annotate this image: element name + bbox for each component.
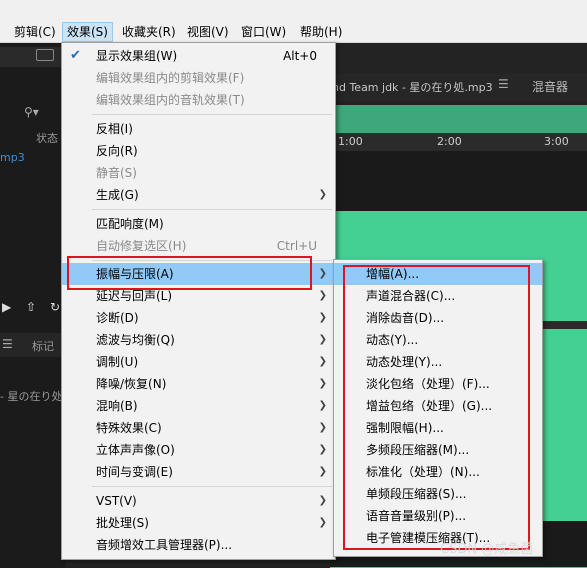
menu-item-edit-clip-effects: 编辑效果组内的剪辑效果(F)	[62, 67, 335, 89]
track-item[interactable]: - 星の在り处	[0, 388, 62, 404]
menu-item-label: 立体声声像(O)	[96, 443, 175, 457]
menu-item-label: 混响(B)	[96, 399, 138, 413]
tab-menu-icon[interactable]: ☰	[498, 77, 509, 91]
checkmark-icon: ✔	[70, 48, 81, 63]
menu-icon[interactable]: ☰	[2, 337, 13, 351]
menu-item-label: VST(V)	[96, 494, 137, 508]
chevron-right-icon: ❯	[318, 400, 327, 411]
menu-item-label: 自动修复选区(H)	[96, 239, 187, 253]
effects-dropdown: ✔ 显示效果组(W) Alt+0 编辑效果组内的剪辑效果(F) 编辑效果组内的音…	[61, 42, 336, 560]
menu-item-label: 静音(S)	[96, 166, 137, 180]
menu-item-invert[interactable]: 反相(I)	[62, 118, 335, 140]
menu-item-show-effects-rack[interactable]: ✔ 显示效果组(W) Alt+0	[62, 45, 335, 67]
menu-item-noise-reduction[interactable]: 降噪/恢复(N) ❯	[62, 373, 335, 395]
chevron-right-icon: ❯	[318, 334, 327, 345]
annotation-box-menu-item	[67, 256, 312, 290]
chevron-right-icon: ❯	[318, 378, 327, 389]
time-label: 1:00	[338, 135, 363, 148]
file-item[interactable]: mp3	[0, 151, 25, 164]
menu-item-stereo-imagery[interactable]: 立体声声像(O) ❯	[62, 439, 335, 461]
search-row: ⚲▾	[0, 101, 66, 123]
menu-item-label: 反向(R)	[96, 144, 138, 158]
menu-item-label: 生成(G)	[96, 188, 139, 202]
menu-item-label: 降噪/恢复(N)	[96, 377, 167, 391]
menu-item-reverb[interactable]: 混响(B) ❯	[62, 395, 335, 417]
export-icon[interactable]: ⇧	[26, 300, 36, 314]
waveform-overview[interactable]	[330, 105, 587, 133]
time-label: 3:00	[544, 135, 569, 148]
transport-row: ▶ ⇧ ↻	[0, 298, 66, 318]
menu-item-auto-heal: 自动修复选区(H) Ctrl+U	[62, 235, 335, 257]
chevron-right-icon: ❯	[318, 268, 327, 279]
menu-bar: 剪辑(C) 效果(S) 收藏夹(R) 视图(V) 窗口(W) 帮助(H)	[0, 0, 587, 43]
menu-view[interactable]: 视图(V)	[183, 23, 233, 41]
annotation-box-submenu	[343, 265, 530, 550]
menu-item-special[interactable]: 特殊效果(C) ❯	[62, 417, 335, 439]
keyboard-icon	[36, 49, 54, 61]
menu-item-label: 特殊效果(C)	[96, 421, 162, 435]
time-label: 2:00	[437, 135, 462, 148]
tab-editor-file[interactable]: nd Team jdk - 星の在り処.mp3	[332, 79, 493, 95]
menu-item-label: 调制(U)	[96, 355, 139, 369]
editor-tab-bar: nd Team jdk - 星の在り処.mp3 ☰ 混音器	[330, 73, 587, 101]
time-ruler: 1:00 2:00 3:00	[330, 133, 587, 151]
menu-item-reverse[interactable]: 反向(R)	[62, 140, 335, 162]
menu-item-generate[interactable]: 生成(G) ❯	[62, 184, 335, 206]
menu-item-label: 匹配响度(M)	[96, 217, 164, 231]
files-panel: ⚲▾ 状态 mp3 ▶ ⇧ ↻ ☰ 标记 - 星の在り处	[0, 43, 66, 567]
menu-item-label: 反相(I)	[96, 122, 133, 136]
menu-item-label: 时间与变调(E)	[96, 465, 173, 479]
menu-item-label: 编辑效果组内的剪辑效果(F)	[96, 71, 245, 85]
menu-item-plugin-manager[interactable]: 音频增效工具管理器(P)...	[62, 534, 335, 556]
tab-mixer[interactable]: 混音器	[532, 78, 568, 95]
files-panel-toolbar	[0, 47, 66, 67]
chevron-right-icon: ❯	[318, 466, 327, 477]
status-column-header: 状态	[36, 132, 58, 145]
chevron-right-icon: ❯	[318, 290, 327, 301]
menu-item-label: 显示效果组(W)	[96, 49, 178, 63]
menu-item-label: 编辑效果组内的音轨效果(T)	[96, 93, 245, 107]
menu-separator	[92, 114, 332, 115]
menu-item-edit-track-effects: 编辑效果组内的音轨效果(T)	[62, 89, 335, 111]
chevron-right-icon: ❯	[318, 356, 327, 367]
play-icon[interactable]: ▶	[2, 300, 11, 314]
menu-item-diagnostics[interactable]: 诊断(D) ❯	[62, 307, 335, 329]
chevron-right-icon: ❯	[318, 495, 327, 506]
chevron-right-icon: ❯	[318, 517, 327, 528]
menu-item-label: 滤波与均衡(Q)	[96, 333, 175, 347]
markers-tab-bar: ☰ 标记	[0, 333, 66, 357]
menu-favorites[interactable]: 收藏夹(R)	[118, 23, 180, 41]
watermark: CSDN @咸鱼菌	[440, 542, 534, 557]
menu-item-match-loudness[interactable]: 匹配响度(M)	[62, 213, 335, 235]
loop-icon[interactable]: ↻	[50, 300, 60, 314]
menu-item-label: 音频增效工具管理器(P)...	[96, 538, 233, 552]
menu-item-shortcut: Ctrl+U	[276, 239, 317, 253]
menu-item-filter-eq[interactable]: 滤波与均衡(Q) ❯	[62, 329, 335, 351]
search-icon[interactable]: ⚲▾	[24, 105, 39, 119]
menu-separator	[92, 486, 332, 487]
chevron-right-icon: ❯	[318, 312, 327, 323]
menu-effects[interactable]: 效果(S)	[62, 22, 113, 42]
menu-clip[interactable]: 剪辑(C)	[10, 23, 60, 41]
menu-item-batch[interactable]: 批处理(S) ❯	[62, 512, 335, 534]
menu-window[interactable]: 窗口(W)	[237, 23, 290, 41]
chevron-right-icon: ❯	[318, 189, 327, 200]
menu-item-shortcut: Alt+0	[283, 49, 317, 63]
menu-item-time-pitch[interactable]: 时间与变调(E) ❯	[62, 461, 335, 483]
menu-help[interactable]: 帮助(H)	[296, 23, 346, 41]
menu-item-modulation[interactable]: 调制(U) ❯	[62, 351, 335, 373]
tab-markers[interactable]: 标记	[32, 338, 54, 354]
chevron-right-icon: ❯	[318, 444, 327, 455]
menu-item-label: 诊断(D)	[96, 311, 139, 325]
menu-item-vst[interactable]: VST(V) ❯	[62, 490, 335, 512]
menu-item-label: 批处理(S)	[96, 516, 149, 530]
menu-separator	[92, 209, 332, 210]
menu-item-silence: 静音(S)	[62, 162, 335, 184]
chevron-right-icon: ❯	[318, 422, 327, 433]
